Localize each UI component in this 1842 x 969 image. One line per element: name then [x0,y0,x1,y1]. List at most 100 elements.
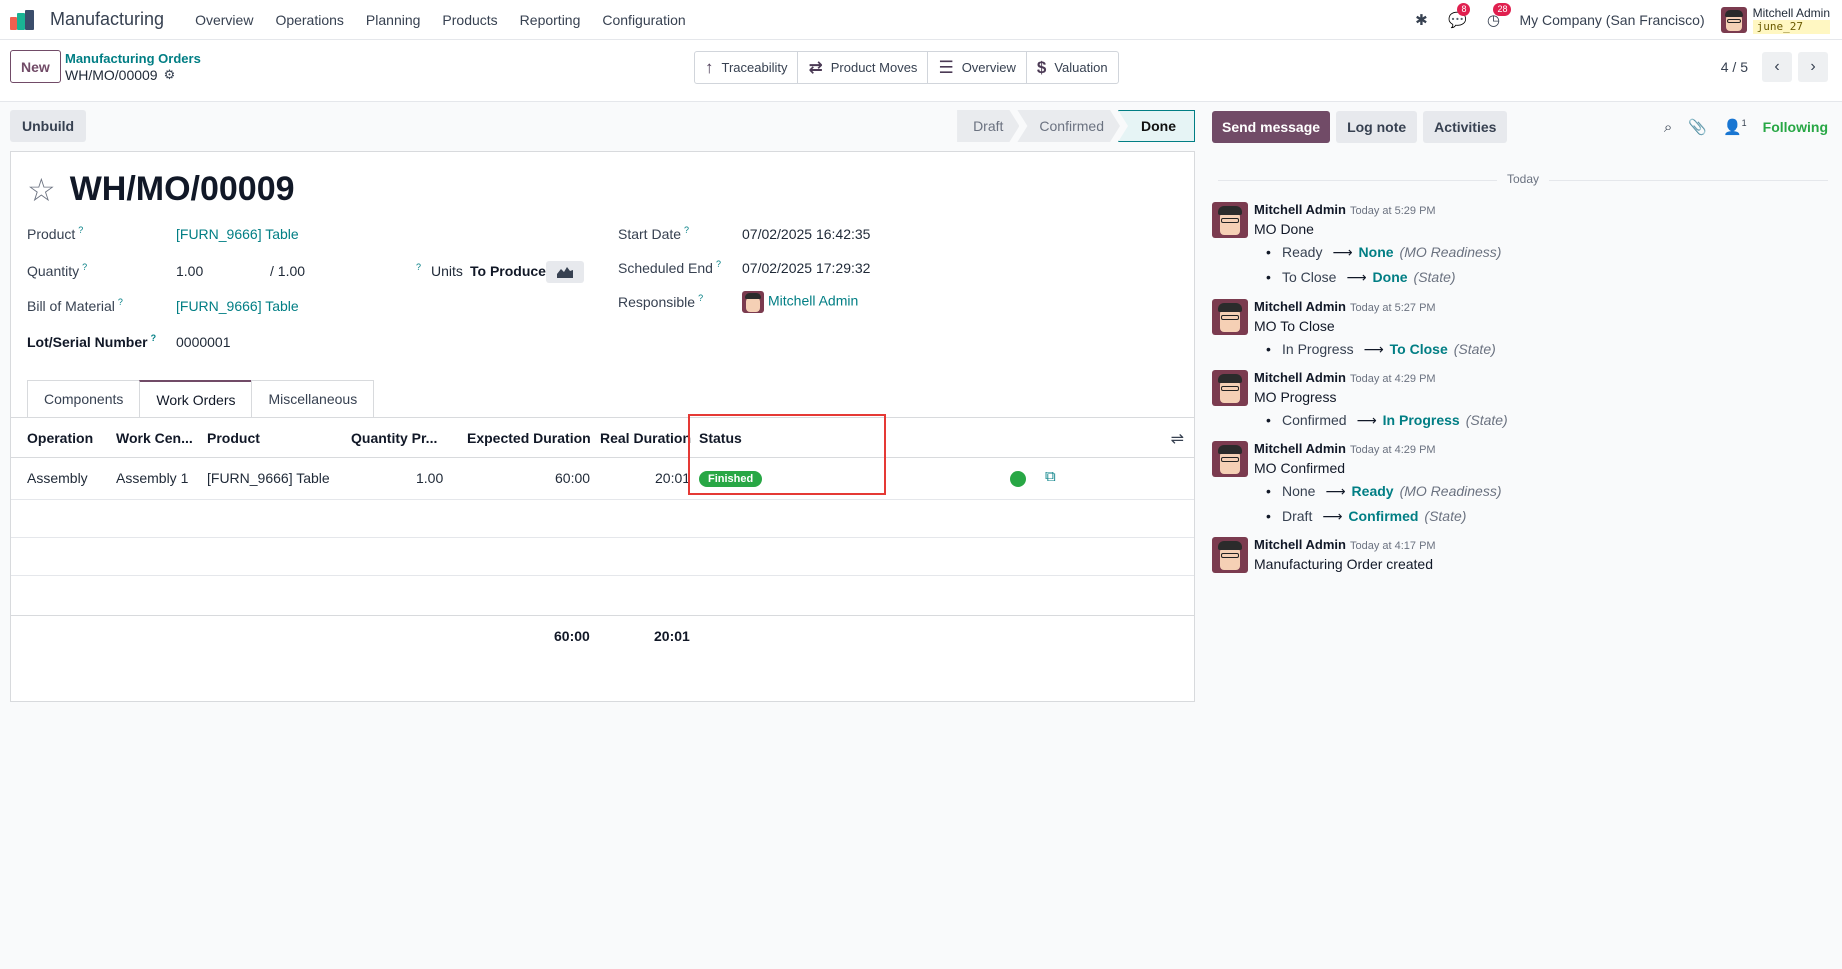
stage-pipeline: Draft Confirmed Done [959,110,1195,142]
stage-confirmed[interactable]: Confirmed [1017,110,1120,142]
chevron-left-icon[interactable]: ‹ [1762,52,1792,82]
star-icon[interactable]: ☆ [27,174,56,206]
stage-draft[interactable]: Draft [957,110,1019,142]
col-real-duration[interactable]: Real Duration [600,430,691,446]
responsible-field[interactable]: Mitchell Admin [742,291,858,313]
quantity-field[interactable]: 1.00 [176,263,203,279]
tab-work-orders[interactable]: Work Orders [139,380,253,418]
tab-miscellaneous[interactable]: Miscellaneous [251,380,375,418]
forecast-chart-button[interactable] [546,261,584,283]
sliders-icon[interactable]: ⇌ [1171,429,1184,449]
app-name[interactable]: Manufacturing [50,9,164,30]
col-expected-duration[interactable]: Expected Duration [467,430,591,446]
new-button[interactable]: New [10,50,61,83]
tab-components[interactable]: Components [27,380,141,418]
table-total-row: 60:00 20:01 [11,615,1194,655]
message-time: Today at 5:29 PM [1349,205,1436,217]
product-field[interactable]: [FURN_9666] Table [176,226,299,242]
external-link-icon[interactable]: ⧉ [1045,468,1056,485]
start-date-field[interactable]: 07/02/2025 16:42:35 [742,226,870,242]
menu-configuration[interactable]: Configuration [602,12,685,28]
menu-products[interactable]: Products [442,12,497,28]
user-icon: 👤 [1722,119,1742,136]
clock-icon[interactable]: ◷ 28 [1483,3,1512,29]
col-operation[interactable]: Operation [27,430,93,446]
valuation-button[interactable]: $ Valuation [1027,52,1118,83]
message-author[interactable]: Mitchell Admin [1254,370,1346,385]
chatter-message: Mitchell AdminToday at 5:29 PM MO Done R… [1212,202,1812,286]
tracking-line: Draft⟶Confirmed(State) [1266,508,1466,525]
start-date-label: Start Date? [618,225,690,242]
product-moves-button[interactable]: ⇄ Product Moves [798,52,929,83]
uom-field[interactable]: Units [431,263,463,279]
tracking-line: Confirmed⟶In Progress(State) [1266,412,1508,429]
responsible-link[interactable]: Mitchell Admin [768,293,858,309]
company-switcher[interactable]: My Company (San Francisco) [1519,12,1704,28]
scheduled-end-label: Scheduled End? [618,259,721,276]
scheduled-end-field[interactable]: 07/02/2025 17:29:32 [742,260,870,276]
menu-reporting[interactable]: Reporting [520,12,581,28]
menu-operations[interactable]: Operations [275,12,343,28]
avatar[interactable] [1212,202,1248,238]
log-note-button[interactable]: Log note [1336,111,1418,143]
chat-icon[interactable]: 💬 8 [1447,3,1471,29]
col-work-center[interactable]: Work Cen... [116,430,193,446]
to-produce-label: To Produce [470,263,546,279]
form-sheet: ☆ WH/MO/00009 Product? [FURN_9666] Table… [10,151,1195,702]
bars-icon: ☰ [938,57,954,77]
message-time: Today at 4:17 PM [1349,540,1436,552]
top-navbar: Manufacturing Overview Operations Planni… [0,0,1842,40]
search-icon[interactable]: ⌕ [1664,119,1672,136]
total-real: 20:01 [654,628,690,644]
avatar [742,291,764,313]
table-row[interactable]: Assembly Assembly 1 [FURN_9666] Table 1.… [11,458,1194,500]
breadcrumb-parent[interactable]: Manufacturing Orders [65,51,201,67]
quantity-total: / 1.00 [270,263,306,279]
avatar[interactable] [1212,441,1248,477]
bom-field[interactable]: [FURN_9666] Table [176,298,299,314]
col-product[interactable]: Product [207,430,260,446]
message-author[interactable]: Mitchell Admin [1254,202,1346,217]
exchange-icon: ⇄ [808,57,823,77]
cell-operation: Assembly [27,470,88,486]
message-body: MO To Close [1254,318,1335,334]
lot-label: Lot/Serial Number? [27,333,157,350]
message-author[interactable]: Mitchell Admin [1254,537,1346,552]
lot-field[interactable]: 0000001 [176,334,231,350]
table-row [11,576,1194,614]
overview-button[interactable]: ☰ Overview [928,52,1027,83]
activities-button[interactable]: Activities [1423,111,1508,143]
menu-planning[interactable]: Planning [366,12,421,28]
message-body: MO Confirmed [1254,460,1346,476]
status-dot-icon[interactable] [1010,471,1026,487]
pager-value[interactable]: 4 / 5 [1721,59,1748,75]
stage-done[interactable]: Done [1118,110,1195,142]
chatter-panel: Send message Log note Activities ⌕ 📎 👤1 … [1208,102,1842,969]
tracking-line: In Progress⟶To Close(State) [1266,341,1496,358]
following-button[interactable]: Following [1763,119,1828,135]
cell-product: [FURN_9666] Table [207,470,330,486]
smart-buttons: ↑ Traceability ⇄ Product Moves ☰ Overview $… [694,51,1119,84]
traceability-button[interactable]: ↑ Traceability [695,52,799,83]
help-mark: ? [416,262,422,272]
paperclip-icon[interactable]: 📎 [1688,118,1707,136]
avatar[interactable] [1212,299,1248,335]
product-label: Product? [27,225,84,242]
menu-overview[interactable]: Overview [195,12,253,28]
avatar[interactable] [1212,370,1248,406]
cell-real: 20:01 [655,470,691,486]
col-quantity[interactable]: Quantity Pr... [351,430,437,446]
notebook-tabs: Components Work Orders Miscellaneous [27,380,375,418]
gear-icon[interactable]: ⚙ [164,67,176,83]
message-author[interactable]: Mitchell Admin [1254,299,1346,314]
followers-button[interactable]: 👤1 [1723,118,1747,136]
chevron-right-icon[interactable]: › [1798,52,1828,82]
send-message-button[interactable]: Send message [1212,111,1331,143]
bug-icon[interactable]: ✱ [1411,11,1431,29]
message-author[interactable]: Mitchell Admin [1254,441,1346,456]
unbuild-button[interactable]: Unbuild [10,110,87,142]
date-separator-label: Today [1496,172,1550,186]
manufacturing-app-icon[interactable] [10,9,36,30]
user-menu[interactable]: Mitchell Admin june_27 [1720,6,1830,34]
avatar[interactable] [1212,537,1248,573]
